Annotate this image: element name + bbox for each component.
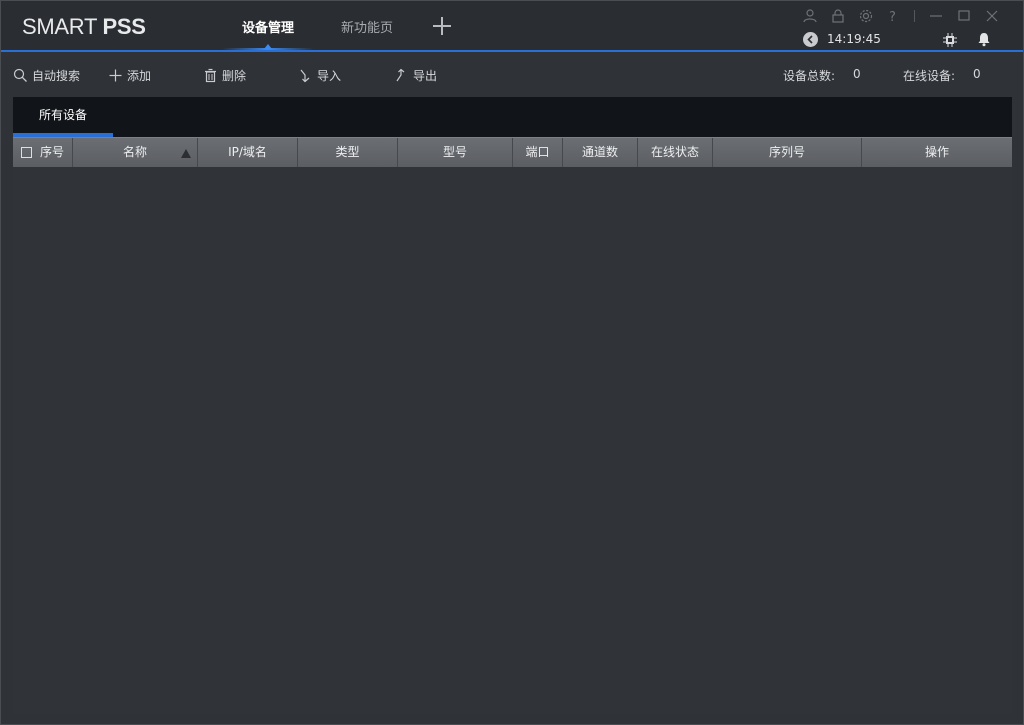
device-panel: 所有设备 序号 名称 IP/域名 类型 型号 端口 通道数 在线状态 序列号 操… bbox=[13, 97, 1012, 714]
search-icon bbox=[13, 68, 27, 82]
toolbar: 自动搜索 添加 删除 导入 导出 设备总数: 0 在线设备: 0 bbox=[1, 52, 1023, 96]
subtab-all-devices[interactable]: 所有设备 bbox=[13, 97, 113, 137]
column-header-serial[interactable]: 序列号 bbox=[713, 138, 862, 167]
table-body bbox=[13, 167, 1012, 714]
import-label: 导入 bbox=[317, 69, 342, 83]
gear-icon[interactable] bbox=[858, 8, 874, 24]
help-icon[interactable]: ? bbox=[885, 8, 901, 25]
column-header-online-status[interactable]: 在线状态 bbox=[638, 138, 713, 167]
clock-icon bbox=[803, 32, 818, 47]
column-header-operation[interactable]: 操作 bbox=[862, 138, 1012, 167]
export-label: 导出 bbox=[413, 69, 438, 83]
column-header-name-label: 名称 bbox=[122, 145, 147, 159]
add-tab-icon[interactable] bbox=[431, 15, 453, 37]
app-window: SMART PSS 设备管理 新功能页 ? 14:19:45 自动搜索 添加 删… bbox=[0, 0, 1024, 725]
lock-icon[interactable] bbox=[830, 8, 846, 24]
tab-new-feature-page[interactable]: 新功能页 bbox=[341, 17, 393, 36]
plus-icon bbox=[109, 69, 122, 82]
app-logo: SMART PSS bbox=[22, 14, 146, 40]
column-header-channels[interactable]: 通道数 bbox=[563, 138, 638, 167]
column-header-index-label: 序号 bbox=[40, 145, 65, 159]
export-button[interactable]: 导出 bbox=[394, 67, 437, 84]
cpu-icon[interactable] bbox=[942, 32, 958, 48]
export-icon bbox=[396, 68, 405, 82]
logo-text-bold: PSS bbox=[102, 14, 146, 39]
clock-time: 14:19:45 bbox=[827, 32, 881, 46]
column-header-name[interactable]: 名称 bbox=[73, 138, 198, 167]
maximize-icon[interactable] bbox=[956, 8, 972, 24]
column-header-index[interactable]: 序号 bbox=[13, 138, 73, 167]
sort-ascending-icon[interactable] bbox=[181, 149, 191, 158]
trash-icon bbox=[205, 68, 216, 83]
tab-device-management[interactable]: 设备管理 bbox=[242, 17, 294, 36]
user-icon[interactable] bbox=[802, 8, 818, 24]
logo-text-light: SMART bbox=[22, 14, 103, 39]
column-header-port[interactable]: 端口 bbox=[513, 138, 563, 167]
delete-button[interactable]: 删除 bbox=[203, 67, 246, 84]
add-button[interactable]: 添加 bbox=[108, 67, 151, 84]
import-icon bbox=[300, 69, 310, 83]
title-separator bbox=[914, 10, 915, 22]
online-devices-label: 在线设备: bbox=[903, 69, 956, 83]
svg-text:?: ? bbox=[889, 10, 896, 24]
close-icon[interactable] bbox=[984, 8, 1000, 24]
add-label: 添加 bbox=[127, 69, 152, 83]
total-devices-label: 设备总数: bbox=[783, 69, 836, 83]
table-header: 序号 名称 IP/域名 类型 型号 端口 通道数 在线状态 序列号 操作 bbox=[13, 137, 1012, 167]
column-header-ip[interactable]: IP/域名 bbox=[198, 138, 298, 167]
delete-label: 删除 bbox=[222, 69, 247, 83]
column-header-type[interactable]: 类型 bbox=[298, 138, 398, 167]
total-devices-value: 0 bbox=[853, 67, 861, 81]
subtab-bar: 所有设备 bbox=[13, 97, 1012, 137]
bell-icon[interactable] bbox=[976, 31, 992, 47]
minimize-icon[interactable] bbox=[928, 8, 944, 24]
select-all-checkbox[interactable] bbox=[21, 147, 32, 158]
auto-search-label: 自动搜索 bbox=[32, 69, 81, 83]
online-devices-value: 0 bbox=[973, 67, 981, 81]
import-button[interactable]: 导入 bbox=[298, 67, 341, 84]
auto-search-button[interactable]: 自动搜索 bbox=[13, 67, 80, 84]
column-header-model[interactable]: 型号 bbox=[398, 138, 513, 167]
title-bar: SMART PSS 设备管理 新功能页 ? 14:19:45 bbox=[1, 1, 1023, 52]
